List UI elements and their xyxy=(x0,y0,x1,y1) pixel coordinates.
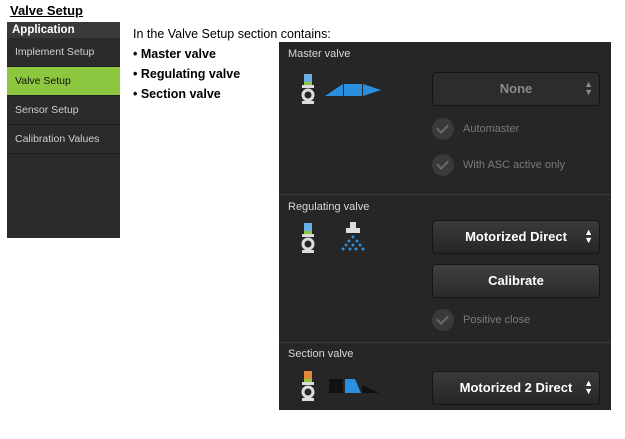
section-boom-icon xyxy=(329,379,379,393)
checkmark-icon[interactable] xyxy=(432,118,454,141)
sidebar-item-valve-setup[interactable]: Valve Setup xyxy=(7,67,120,96)
master-valve-dropdown-value: None xyxy=(499,81,533,96)
sidebar-item-sensor-setup[interactable]: Sensor Setup xyxy=(7,96,120,125)
sidebar-item-implement-setup[interactable]: Implement Setup xyxy=(7,38,120,67)
positive-close-label: Positive close xyxy=(463,314,531,326)
section-valve-section: Section valve Motorized 2 Direct ▲ ▼ xyxy=(279,342,611,411)
master-valve-dropdown[interactable]: None ▲ ▼ xyxy=(432,72,600,106)
sidebar-header: Application xyxy=(7,22,120,38)
intro-line: In the Valve Setup section contains: xyxy=(133,27,331,41)
master-valve-title: Master valve xyxy=(288,48,351,60)
asc-active-option[interactable]: With ASC active only xyxy=(432,152,565,178)
updown-arrow-icon: ▲ ▼ xyxy=(584,79,593,97)
regulating-valve-dropdown-value: Motorized Direct xyxy=(465,229,567,244)
valve-icon xyxy=(301,223,315,253)
valve-icon xyxy=(301,371,315,401)
updown-arrow-icon: ▲ ▼ xyxy=(584,227,593,245)
section-valve-dropdown-value: Motorized 2 Direct xyxy=(459,380,573,395)
calibrate-button[interactable]: Calibrate xyxy=(432,264,600,298)
valve-setup-panel: Master valve None ▲ ▼ Automaster With ASC… xyxy=(279,42,611,410)
asc-active-label: With ASC active only xyxy=(463,159,566,171)
valve-icon xyxy=(301,74,315,104)
automaster-label: Automaster xyxy=(463,123,520,135)
regulating-valve-section: Regulating valve Motorized Direct ▲ ▼ Cal… xyxy=(279,194,611,343)
spray-boom-icon xyxy=(325,84,381,96)
application-sidebar: Application Implement Setup Valve Setup … xyxy=(7,22,120,238)
checkmark-icon[interactable] xyxy=(432,154,454,177)
checkmark-icon[interactable] xyxy=(432,309,454,332)
document-title: Valve Setup xyxy=(10,3,83,18)
positive-close-option[interactable]: Positive close xyxy=(432,307,530,333)
regulating-valve-dropdown[interactable]: Motorized Direct ▲ ▼ xyxy=(432,220,600,254)
master-valve-section: Master valve None ▲ ▼ Automaster With ASC… xyxy=(279,42,611,194)
section-valve-dropdown[interactable]: Motorized 2 Direct ▲ ▼ xyxy=(432,371,600,405)
spray-nozzle-icon xyxy=(341,222,365,251)
section-valve-title: Section valve xyxy=(288,348,354,360)
automaster-option[interactable]: Automaster xyxy=(432,116,519,142)
sidebar-item-calibration-values[interactable]: Calibration Values xyxy=(7,125,120,154)
regulating-valve-title: Regulating valve xyxy=(288,201,370,213)
updown-arrow-icon: ▲ ▼ xyxy=(584,378,593,396)
